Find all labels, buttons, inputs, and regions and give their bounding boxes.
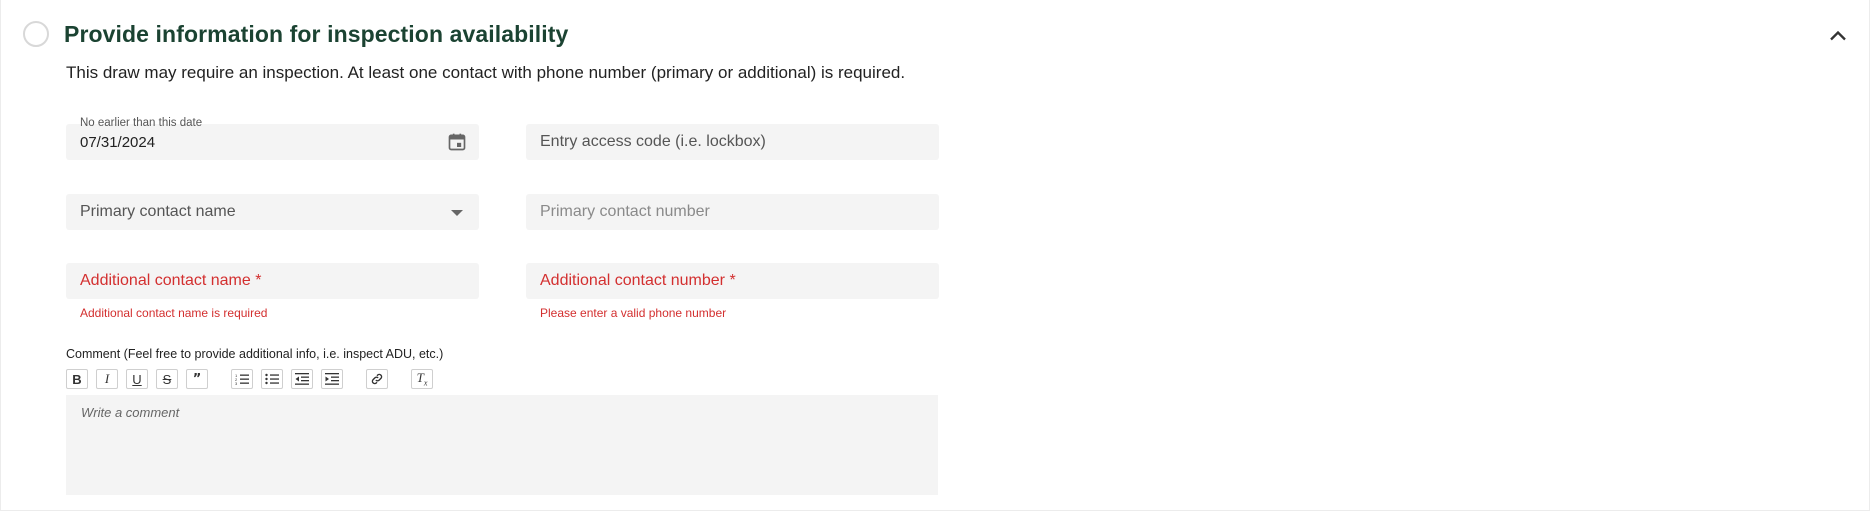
entry-access-code-input[interactable]: Entry access code (i.e. lockbox) [526, 124, 939, 160]
comment-label: Comment (Feel free to provide additional… [66, 347, 444, 361]
primary-contact-name-placeholder: Primary contact name [80, 203, 236, 220]
additional-contact-name-error: Additional contact name is required [80, 306, 268, 320]
underline-icon[interactable]: U [126, 369, 148, 389]
step-status-circle [23, 21, 49, 47]
comment-placeholder: Write a comment [81, 405, 180, 420]
section-description: This draw may require an inspection. At … [66, 63, 906, 82]
primary-contact-number-input[interactable]: Primary contact number [526, 194, 939, 230]
date-field-label: No earlier than this date [80, 117, 203, 129]
svg-text:3: 3 [235, 381, 238, 385]
clear-format-icon[interactable]: Tx [411, 369, 433, 389]
bold-icon[interactable]: B [66, 369, 88, 389]
italic-icon[interactable]: I [96, 369, 118, 389]
additional-contact-number-input[interactable]: Additional contact number * [526, 263, 939, 299]
ordered-list-icon[interactable]: 123 [231, 369, 253, 389]
quote-icon[interactable]: ” [186, 369, 208, 389]
calendar-icon[interactable] [447, 132, 467, 157]
date-field-value: 07/31/2024 [80, 134, 156, 151]
link-icon[interactable] [366, 369, 388, 389]
primary-contact-number-placeholder: Primary contact number [540, 203, 710, 220]
inspection-date-field[interactable]: No earlier than this date 07/31/2024 [66, 117, 479, 160]
dropdown-arrow-icon [451, 210, 463, 216]
additional-contact-number-placeholder: Additional contact number * [540, 272, 736, 289]
collapse-chevron-icon[interactable] [1824, 22, 1852, 50]
entry-access-code-placeholder: Entry access code (i.e. lockbox) [540, 133, 766, 150]
bullet-list-icon[interactable] [261, 369, 283, 389]
section-title: Provide information for inspection avail… [64, 21, 569, 47]
comment-editor[interactable]: Write a comment [66, 395, 938, 495]
outdent-icon[interactable] [291, 369, 313, 389]
inspection-section: Provide information for inspection avail… [0, 0, 1870, 511]
indent-icon[interactable] [321, 369, 343, 389]
additional-contact-number-error: Please enter a valid phone number [540, 306, 727, 320]
additional-contact-name-placeholder: Additional contact name * [80, 272, 262, 289]
strikethrough-icon[interactable]: S [156, 369, 178, 389]
primary-contact-name-select[interactable]: Primary contact name [66, 194, 479, 230]
additional-contact-name-input[interactable]: Additional contact name * [66, 263, 479, 299]
